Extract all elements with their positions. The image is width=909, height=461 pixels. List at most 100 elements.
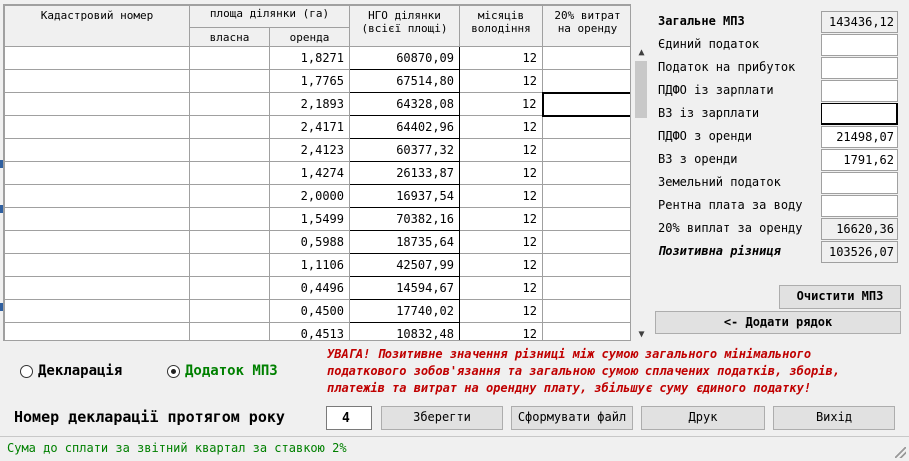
print-button[interactable]: Друк <box>641 406 765 430</box>
pdfo-salary-field[interactable] <box>821 80 898 102</box>
land-plots-grid[interactable]: Кадастровий номер площа ділянки (га) НГО… <box>3 4 631 341</box>
cell-own[interactable] <box>189 299 270 323</box>
cell-costs[interactable] <box>542 276 630 300</box>
cell-own[interactable] <box>189 92 270 116</box>
scroll-up-icon[interactable]: ▲ <box>633 44 650 61</box>
cell-ngo[interactable]: 26133,87 <box>349 161 460 185</box>
cell-ngo[interactable]: 60377,32 <box>349 138 460 162</box>
cell-own[interactable] <box>189 115 270 139</box>
cell-rent[interactable]: 2,1893 <box>269 92 350 116</box>
cell-costs[interactable] <box>542 46 630 70</box>
cell-costs[interactable] <box>542 253 630 277</box>
declaration-number-input[interactable] <box>326 406 372 430</box>
cell-costs[interactable] <box>542 115 630 139</box>
cell-costs[interactable] <box>542 230 630 254</box>
cell-cadastral[interactable] <box>4 69 190 93</box>
cell-ngo[interactable]: 67514,80 <box>349 69 460 93</box>
cell-rent[interactable]: 2,4123 <box>269 138 350 162</box>
cell-rent[interactable]: 0,4496 <box>269 276 350 300</box>
table-row[interactable]: 2,1893 64328,08 12 <box>4 91 630 117</box>
table-row[interactable]: 1,7765 67514,80 12 <box>4 69 630 93</box>
cell-ngo[interactable]: 16937,54 <box>349 184 460 208</box>
cell-costs[interactable] <box>542 161 630 185</box>
cell-cadastral[interactable] <box>4 253 190 277</box>
cell-ngo[interactable]: 18735,64 <box>349 230 460 254</box>
cell-rent[interactable]: 1,1106 <box>269 253 350 277</box>
cell-rent[interactable]: 2,4171 <box>269 115 350 139</box>
radio-declaration[interactable]: Декларація <box>20 362 122 380</box>
cell-own[interactable] <box>189 276 270 300</box>
grid-vertical-scrollbar[interactable]: ▲ ▼ <box>633 44 650 343</box>
radio-addendum-mpz[interactable]: Додаток МПЗ <box>167 362 278 380</box>
cell-cadastral[interactable] <box>4 322 190 340</box>
cell-cadastral[interactable] <box>4 184 190 208</box>
cell-cadastral[interactable] <box>4 276 190 300</box>
col-header-area-own[interactable]: власна <box>189 27 270 47</box>
cell-rent[interactable]: 0,5988 <box>269 230 350 254</box>
cell-ngo[interactable]: 64402,96 <box>349 115 460 139</box>
land-tax-field[interactable] <box>821 172 898 194</box>
radio-declaration-circle[interactable] <box>20 364 33 378</box>
pdfo-rent-field[interactable]: 21498,07 <box>821 126 898 148</box>
cell-months[interactable]: 12 <box>459 299 543 323</box>
cell-rent[interactable]: 0,4500 <box>269 299 350 323</box>
cell-months[interactable]: 12 <box>459 253 543 277</box>
cell-costs[interactable] <box>542 299 630 323</box>
cell-costs[interactable] <box>542 138 630 162</box>
cell-months[interactable]: 12 <box>459 138 543 162</box>
scroll-thumb[interactable] <box>635 61 647 118</box>
cell-cadastral[interactable] <box>4 92 190 116</box>
cell-ngo[interactable]: 70382,16 <box>349 207 460 231</box>
cell-months[interactable]: 12 <box>459 69 543 93</box>
cell-ngo[interactable]: 10832,48 <box>349 322 460 340</box>
cell-cadastral[interactable] <box>4 46 190 70</box>
table-row[interactable]: 0,4513 10832,48 12 <box>4 322 630 340</box>
water-rent-field[interactable] <box>821 195 898 217</box>
table-row[interactable]: 2,4123 60377,32 12 <box>4 138 630 162</box>
single-tax-field[interactable] <box>821 34 898 56</box>
table-row[interactable]: 0,4500 17740,02 12 <box>4 299 630 323</box>
table-row[interactable]: 0,5988 18735,64 12 <box>4 230 630 254</box>
cell-own[interactable] <box>189 230 270 254</box>
cell-own[interactable] <box>189 69 270 93</box>
table-row[interactable]: 2,4171 64402,96 12 <box>4 115 630 139</box>
col-header-months[interactable]: місяців володіння <box>459 5 543 47</box>
cell-months[interactable]: 12 <box>459 207 543 231</box>
col-header-ngo[interactable]: НГО ділянки (всієї площі) <box>349 5 460 47</box>
cell-own[interactable] <box>189 207 270 231</box>
resize-grip-icon[interactable] <box>895 447 906 458</box>
table-row[interactable]: 1,8271 60870,09 12 <box>4 46 630 70</box>
cell-costs[interactable] <box>542 207 630 231</box>
cell-costs[interactable] <box>542 69 630 93</box>
save-button[interactable]: Зберегти <box>381 406 503 430</box>
table-row[interactable]: 1,5499 70382,16 12 <box>4 207 630 231</box>
col-header-area-rent[interactable]: оренда <box>269 27 350 47</box>
make-file-button[interactable]: Сформувати файл <box>511 406 633 430</box>
cell-rent[interactable]: 2,0000 <box>269 184 350 208</box>
cell-months[interactable]: 12 <box>459 92 543 116</box>
cell-ngo[interactable]: 64328,08 <box>349 92 460 116</box>
cell-ngo[interactable]: 42507,99 <box>349 253 460 277</box>
vz-rent-field[interactable]: 1791,62 <box>821 149 898 171</box>
cell-cadastral[interactable] <box>4 115 190 139</box>
cell-rent[interactable]: 1,4274 <box>269 161 350 185</box>
cell-cadastral[interactable] <box>4 299 190 323</box>
cell-own[interactable] <box>189 184 270 208</box>
table-row[interactable]: 1,4274 26133,87 12 <box>4 161 630 185</box>
cell-rent[interactable]: 0,4513 <box>269 322 350 340</box>
cell-months[interactable]: 12 <box>459 276 543 300</box>
col-header-rent-costs[interactable]: 20% витрат на оренду <box>542 5 630 47</box>
cell-months[interactable]: 12 <box>459 322 543 340</box>
table-row[interactable]: 2,0000 16937,54 12 <box>4 184 630 208</box>
cell-cadastral[interactable] <box>4 138 190 162</box>
cell-ngo[interactable]: 60870,09 <box>349 46 460 70</box>
cell-own[interactable] <box>189 138 270 162</box>
profit-tax-field[interactable] <box>821 57 898 79</box>
cell-months[interactable]: 12 <box>459 46 543 70</box>
cell-costs[interactable] <box>541 91 630 117</box>
cell-rent[interactable]: 1,5499 <box>269 207 350 231</box>
cell-months[interactable]: 12 <box>459 115 543 139</box>
cell-cadastral[interactable] <box>4 207 190 231</box>
cell-cadastral[interactable] <box>4 230 190 254</box>
cell-own[interactable] <box>189 322 270 340</box>
